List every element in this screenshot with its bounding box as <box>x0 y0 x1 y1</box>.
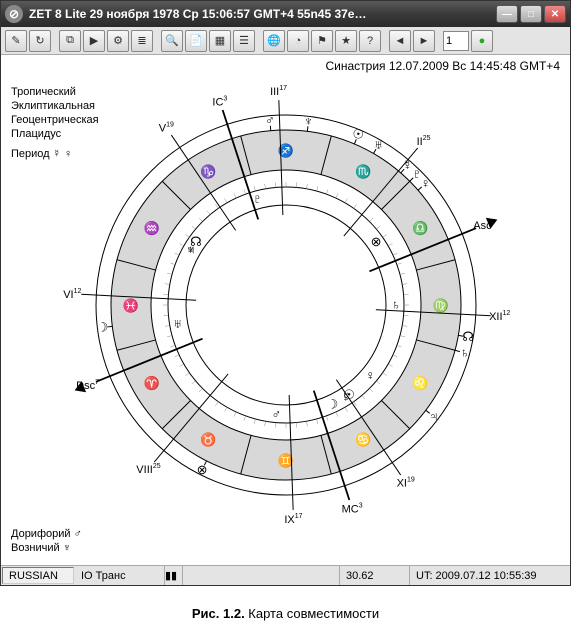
toolbar-status-light[interactable]: ● <box>471 30 493 52</box>
toolbar-chart-button[interactable]: ◔ <box>287 30 309 52</box>
svg-text:♒: ♒ <box>143 221 159 236</box>
svg-text:♍: ♍ <box>432 298 448 313</box>
svg-text:⊗: ⊗ <box>196 462 207 477</box>
svg-text:♉: ♉ <box>200 432 216 447</box>
svg-text:♀: ♀ <box>365 368 375 383</box>
svg-text:IX17: IX17 <box>284 513 302 526</box>
svg-text:MC3: MC3 <box>341 503 362 516</box>
status-lang[interactable]: RUSSIAN <box>2 567 74 584</box>
maximize-button[interactable]: □ <box>520 5 542 23</box>
svg-text:♏: ♏ <box>355 164 371 179</box>
toolbar-alt-button[interactable]: ⧉ <box>59 30 81 52</box>
toolbar-layers-button[interactable]: ≣ <box>131 30 153 52</box>
figure-text: Карта совместимости <box>245 606 379 621</box>
toolbar-flag-button[interactable]: ⚑ <box>311 30 333 52</box>
figure-caption: Рис. 1.2. Карта совместимости <box>0 606 571 621</box>
status-value: 30.62 <box>340 566 410 585</box>
svg-text:☊: ☊ <box>462 329 474 344</box>
svg-text:XI19: XI19 <box>396 476 414 489</box>
status-spacer <box>183 566 340 585</box>
toolbar-play-button[interactable]: ▶ <box>83 30 105 52</box>
toolbar-nav-right-button[interactable]: ► <box>413 30 435 52</box>
svg-text:II25: II25 <box>416 135 430 148</box>
svg-text:♆: ♆ <box>303 113 313 128</box>
svg-text:♇: ♇ <box>252 191 262 206</box>
svg-text:♋: ♋ <box>355 432 371 447</box>
svg-text:XII12: XII12 <box>489 310 510 323</box>
toolbar-number-input[interactable] <box>443 31 469 51</box>
app-icon: ⊘ <box>5 5 23 23</box>
titlebar[interactable]: ⊘ ZET 8 Lite 29 ноября 1978 Ср 15:06:57 … <box>1 1 570 27</box>
svg-text:V19: V19 <box>158 122 173 135</box>
svg-text:☊: ☊ <box>190 234 202 249</box>
toolbar-history-button[interactable]: ↻ <box>29 30 51 52</box>
window-title: ZET 8 Lite 29 ноября 1978 Ср 15:06:57 GM… <box>29 7 496 21</box>
svg-text:♂: ♂ <box>265 113 275 128</box>
svg-text:☿: ☿ <box>341 389 351 404</box>
svg-text:☽: ☽ <box>96 320 108 335</box>
svg-text:♎: ♎ <box>412 221 428 236</box>
toolbar-wand-button[interactable]: ✎ <box>5 30 27 52</box>
figure-number: Рис. 1.2. <box>192 606 245 621</box>
svg-text:♄: ♄ <box>391 297 401 312</box>
svg-text:♃: ♃ <box>428 408 438 423</box>
toolbar-help-button[interactable]: ? <box>359 30 381 52</box>
toolbar-list-button[interactable]: ☰ <box>233 30 255 52</box>
svg-text:VI12: VI12 <box>63 288 81 301</box>
svg-text:♅: ♅ <box>373 137 383 152</box>
toolbar-gear-button[interactable]: ⚙ <box>107 30 129 52</box>
toolbar-doc-button[interactable]: 📄 <box>185 30 207 52</box>
close-button[interactable]: ✕ <box>544 5 566 23</box>
svg-text:♇: ♇ <box>411 166 421 181</box>
svg-text:♅: ♅ <box>172 316 182 331</box>
svg-text:♀: ♀ <box>420 176 430 191</box>
natal-chart[interactable]: ♈♉♊♋♌♍♎♏♐♑♒♓Asc7II25III17IC3V19VI12Dsc7V… <box>46 65 526 545</box>
svg-text:♈: ♈ <box>143 376 159 391</box>
toolbar-nav-left-button[interactable]: ◄ <box>389 30 411 52</box>
svg-text:☽: ☽ <box>326 397 338 412</box>
svg-text:♂: ♂ <box>271 407 281 422</box>
status-time: UT: 2009.07.12 10:55:39 <box>410 566 570 585</box>
svg-text:VIII25: VIII25 <box>136 463 160 476</box>
toolbar-globe-button[interactable]: 🌐 <box>263 30 285 52</box>
toolbar: ✎↻ ⧉▶⚙≣ 🔍📄▦☰ 🌐◔⚑★? ◄► ● <box>1 27 570 55</box>
svg-text:♄: ♄ <box>459 345 469 360</box>
status-bars[interactable]: ▮▮ <box>165 566 183 585</box>
svg-text:☉: ☉ <box>352 127 364 142</box>
toolbar-table-button[interactable]: ▦ <box>209 30 231 52</box>
chart-canvas: Синастрия 12.07.2009 Вс 14:45:48 GMT+4 Т… <box>1 55 570 565</box>
toolbar-star-button[interactable]: ★ <box>335 30 357 52</box>
svg-text:III17: III17 <box>270 85 287 98</box>
period-label: Период <box>11 148 50 160</box>
app-window: ⊘ ZET 8 Lite 29 ноября 1978 Ср 15:06:57 … <box>0 0 571 586</box>
minimize-button[interactable]: — <box>496 5 518 23</box>
statusbar: RUSSIAN IO Транс ▮▮ 30.62 UT: 2009.07.12… <box>1 565 570 585</box>
svg-text:☿: ☿ <box>402 157 412 172</box>
svg-text:♌: ♌ <box>412 376 428 391</box>
svg-text:♓: ♓ <box>122 298 138 313</box>
toolbar-find-button[interactable]: 🔍 <box>161 30 183 52</box>
svg-text:IC3: IC3 <box>212 95 227 108</box>
svg-text:♑: ♑ <box>200 164 216 179</box>
svg-text:⊗: ⊗ <box>370 234 381 249</box>
status-mode[interactable]: IO Транс <box>75 566 165 585</box>
